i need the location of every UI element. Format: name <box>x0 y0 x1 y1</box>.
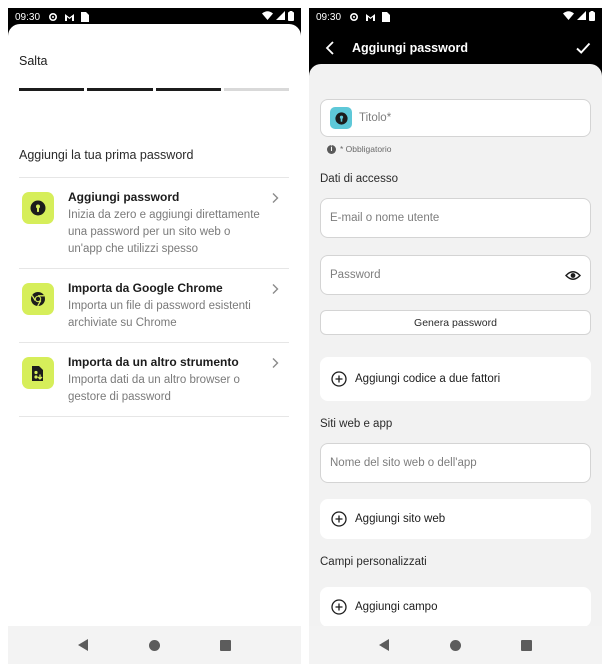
option-text: Importa da Google Chrome Importa un file… <box>68 281 263 332</box>
keyhole-icon <box>330 107 352 129</box>
screenshot-stage: 09:30 Salta Aggiungi la tua prima passwo… <box>0 0 610 667</box>
option-title: Importa da un altro strumento <box>68 355 239 369</box>
option-title: Aggiungi password <box>68 190 180 204</box>
phone-onboarding: 09:30 Salta Aggiungi la tua prima passwo… <box>8 8 301 664</box>
chrome-icon <box>22 283 54 315</box>
title-placeholder: Titolo* <box>359 112 392 124</box>
section-label-websites: Siti web e app <box>320 418 393 430</box>
option-description: Importa dati da un altro browser o gesto… <box>68 374 240 403</box>
username-field[interactable]: E-mail o nome utente <box>320 198 591 238</box>
add-website-label: Aggiungi sito web <box>355 513 446 525</box>
file-import-icon <box>22 357 54 389</box>
option-add-password[interactable]: Aggiungi password Inizia da zero e aggiu… <box>19 178 289 269</box>
wifi-icon <box>563 11 574 23</box>
option-import-chrome[interactable]: Importa da Google Chrome Importa un file… <box>19 269 289 343</box>
nav-back-icon[interactable] <box>77 638 91 652</box>
phone-add-password: 09:30 Aggiungi password Titolo* i * Obbl… <box>309 8 602 664</box>
add-field-button[interactable]: Aggiungi campo <box>320 587 591 627</box>
option-title: Importa da Google Chrome <box>68 281 223 295</box>
website-field[interactable]: Nome del sito web o dell'app <box>320 443 591 483</box>
status-time: 09:30 <box>316 11 342 23</box>
info-icon: i <box>327 144 336 154</box>
status-bar: 09:30 <box>309 8 602 26</box>
nav-home-icon[interactable] <box>449 638 463 652</box>
keyhole-icon <box>22 192 54 224</box>
sim-card-icon <box>79 11 91 23</box>
required-note-text: * Obbligatorio <box>340 144 392 154</box>
generate-password-button[interactable]: Genera password <box>320 310 591 335</box>
settings-icon <box>47 11 59 23</box>
gmail-icon <box>63 11 75 23</box>
android-nav-bar <box>309 626 602 664</box>
plus-circle-icon <box>331 599 347 615</box>
add-password-form: Titolo* i * Obbligatorio Dati di accesso… <box>309 64 602 627</box>
progress-step <box>87 88 153 91</box>
option-text: Aggiungi password Inizia da zero e aggiu… <box>68 190 263 258</box>
password-field[interactable]: Password <box>320 255 591 295</box>
chevron-right-icon <box>272 284 279 294</box>
chevron-right-icon <box>272 193 279 203</box>
battery-icon <box>288 10 294 24</box>
progress-step <box>155 88 221 91</box>
progress-step <box>19 88 85 91</box>
status-time: 09:30 <box>15 11 41 23</box>
save-check-icon[interactable] <box>574 39 592 57</box>
status-right-icons <box>262 10 294 24</box>
website-placeholder: Nome del sito web o dell'app <box>330 457 477 469</box>
onboarding-sheet: Salta Aggiungi la tua prima password Agg… <box>8 24 301 626</box>
add-website-button[interactable]: Aggiungi sito web <box>320 499 591 539</box>
add-field-label: Aggiungi campo <box>355 601 438 613</box>
nav-recents-icon[interactable] <box>219 638 233 652</box>
add-2fa-button[interactable]: Aggiungi codice a due fattori <box>320 357 591 401</box>
option-import-other-tool[interactable]: Importa da un altro strumento Importa da… <box>19 343 289 417</box>
signal-icon <box>577 11 586 23</box>
password-placeholder: Password <box>330 269 381 281</box>
sim-card-icon <box>380 11 392 23</box>
nav-home-icon[interactable] <box>148 638 162 652</box>
username-placeholder: E-mail o nome utente <box>330 212 440 224</box>
onboarding-progress <box>19 88 289 91</box>
section-label-custom-fields: Campi personalizzati <box>320 556 427 568</box>
gmail-icon <box>364 11 376 23</box>
android-nav-bar <box>8 626 301 664</box>
add-2fa-label: Aggiungi codice a due fattori <box>355 373 501 385</box>
chevron-right-icon <box>272 358 279 368</box>
section-title: Aggiungi la tua prima password <box>19 148 194 162</box>
nav-recents-icon[interactable] <box>520 638 534 652</box>
plus-circle-icon <box>331 511 347 527</box>
signal-icon <box>276 11 285 23</box>
option-text: Importa da un altro strumento Importa da… <box>68 355 263 406</box>
wifi-icon <box>262 11 273 23</box>
section-label-access: Dati di accesso <box>320 173 398 185</box>
eye-icon[interactable] <box>565 270 581 281</box>
options-list: Aggiungi password Inizia da zero e aggiu… <box>19 177 289 417</box>
skip-button[interactable]: Salta <box>19 54 48 68</box>
settings-icon <box>348 11 360 23</box>
plus-circle-icon <box>331 371 347 387</box>
page-title: Aggiungi password <box>352 41 468 55</box>
progress-step <box>223 88 289 91</box>
back-arrow-icon[interactable] <box>321 39 339 57</box>
battery-icon <box>589 10 595 24</box>
title-field[interactable]: Titolo* <box>320 99 591 137</box>
status-right-icons <box>563 10 595 24</box>
option-description: Inizia da zero e aggiungi direttamente u… <box>68 209 260 255</box>
required-note: i * Obbligatorio <box>327 144 392 154</box>
nav-back-icon[interactable] <box>378 638 392 652</box>
option-description: Importa un file di password esistenti ar… <box>68 300 251 329</box>
